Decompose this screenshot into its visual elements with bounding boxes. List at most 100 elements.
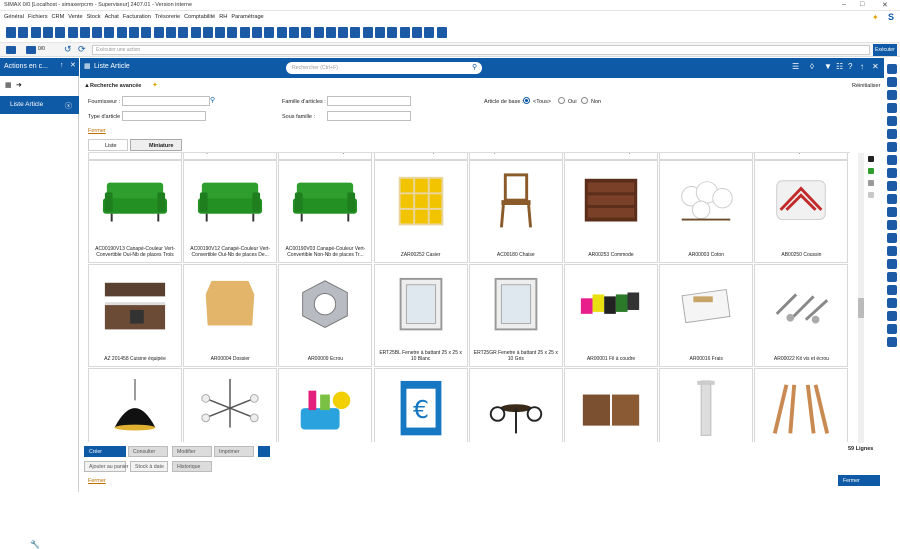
- side-tool-icon-18[interactable]: [887, 285, 897, 295]
- side-tool-icon-15[interactable]: [887, 246, 897, 256]
- thumbnail-cell[interactable]: AZ 201458 Cuisine équipée: [88, 264, 182, 367]
- toolbar-icon-32[interactable]: [387, 27, 398, 38]
- thumbnail-cell[interactable]: AR00003 Coton: [659, 160, 754, 263]
- toolbar-icon-1[interactable]: [6, 27, 16, 38]
- side-tool-icon-8[interactable]: [887, 155, 897, 165]
- side-tool-icon-11[interactable]: [887, 194, 897, 204]
- thumbnail-cell[interactable]: AR00016 Frais: [659, 264, 754, 367]
- toolbar-icon-19[interactable]: [227, 27, 238, 38]
- print-button[interactable]: Imprimer: [214, 446, 254, 457]
- fournisseur-field[interactable]: [122, 96, 210, 106]
- toolbar-icon-21[interactable]: [252, 27, 262, 38]
- side-tool-icon-14[interactable]: [887, 233, 897, 243]
- modify-button[interactable]: Modifier: [172, 446, 212, 457]
- toolbar-icon-35[interactable]: [424, 27, 435, 38]
- toolbar-icon-36[interactable]: [436, 27, 447, 38]
- toolbar-icon-25[interactable]: [301, 27, 312, 38]
- undo-icon[interactable]: ↺: [64, 44, 72, 55]
- side-tool-icon-10[interactable]: [887, 181, 897, 191]
- thumbnail-cell[interactable]: AR00004 Dossier: [183, 264, 278, 367]
- menu-rh[interactable]: RH: [219, 11, 227, 23]
- side-tool-icon-16[interactable]: [887, 259, 897, 269]
- toolbar-icon-7[interactable]: [79, 27, 90, 38]
- pin-main-icon[interactable]: ↑: [860, 62, 864, 71]
- reset-link[interactable]: Réinitialiser: [852, 83, 880, 89]
- close-item-icon[interactable]: ⓧ: [65, 101, 72, 111]
- side-tool-icon-9[interactable]: [887, 168, 897, 178]
- toolbar-icon-6[interactable]: [67, 27, 78, 38]
- toolbar-icon-2[interactable]: [18, 27, 29, 38]
- menu-crm[interactable]: CRM: [52, 11, 65, 23]
- thumbnail-cell[interactable]: [183, 368, 278, 442]
- menu-fichiers[interactable]: Fichiers: [28, 11, 48, 23]
- thumbnail-cell[interactable]: AC00190V12 Canapé-Couleur Vert-Convertib…: [183, 160, 278, 263]
- toolbar-icon-20[interactable]: [239, 27, 250, 38]
- minimize-button[interactable]: –: [842, 1, 846, 8]
- tab-liste[interactable]: Liste: [88, 139, 128, 151]
- history-button[interactable]: Historique: [172, 461, 212, 472]
- thumbnail-cell[interactable]: AC00190V13 Canapé-Couleur Vert-Convertib…: [88, 160, 182, 263]
- toolbar-icon-3[interactable]: [30, 27, 41, 38]
- close-window-button[interactable]: ✕: [882, 1, 888, 9]
- tab-miniature[interactable]: Miniature: [130, 139, 182, 151]
- grid-icon[interactable]: ▦: [5, 81, 12, 89]
- thumbnail-cell[interactable]: AC00190V03 Canapé-Couleur Vert-Convertib…: [278, 160, 373, 263]
- thumbnail-cell-partial[interactable]: ...Canapé-Couleur Vert-Convertible Non-N…: [88, 153, 182, 160]
- close-panel-icon[interactable]: ✕: [70, 61, 76, 69]
- thumbnail-cell[interactable]: [659, 368, 754, 442]
- thumbnail-cell[interactable]: [88, 368, 182, 442]
- menu-achat[interactable]: Achat: [105, 11, 119, 23]
- radio-tous[interactable]: [523, 97, 530, 104]
- thumbnail-cell-partial[interactable]: ...Deux places-Couleur Vert-Non ...: [468, 153, 563, 160]
- refresh-icon[interactable]: ⟳: [78, 44, 86, 55]
- thumbnail-cell-partial[interactable]: ...Couleur Vert-Non-Nb de places Tr...: [278, 153, 373, 160]
- more-button[interactable]: [258, 446, 270, 457]
- toolbar-icon-4[interactable]: [42, 27, 53, 38]
- menu-general[interactable]: Général: [4, 11, 24, 23]
- toolbar-icon-13[interactable]: [153, 27, 164, 38]
- mail-icon[interactable]: [6, 46, 16, 54]
- side-tool-icon-7[interactable]: [887, 142, 897, 152]
- close-button[interactable]: Fermer: [838, 475, 880, 486]
- toolbar-icon-28[interactable]: [338, 27, 349, 38]
- menu-stock[interactable]: Stock: [87, 11, 101, 23]
- toolbar-icon-29[interactable]: [350, 27, 361, 38]
- toolbar-icon-33[interactable]: [399, 27, 410, 38]
- layers-icon[interactable]: ◊: [810, 62, 814, 71]
- add-cart-button[interactable]: Ajouter au panier: [84, 461, 129, 472]
- menu-parametrage[interactable]: Paramétrage: [231, 11, 263, 23]
- toolbar-icon-17[interactable]: [202, 27, 213, 38]
- menu-comptabilite[interactable]: Comptabilité: [184, 11, 215, 23]
- side-tool-icon-22[interactable]: [887, 337, 897, 347]
- menu-tresorerie[interactable]: Trésorerie: [155, 11, 180, 23]
- filter-clear-icon[interactable]: ✦: [152, 81, 158, 89]
- sous-famille-select[interactable]: [327, 111, 411, 121]
- search-icon[interactable]: ⚲: [472, 63, 477, 71]
- fermer-link[interactable]: Fermer: [88, 128, 106, 134]
- toolbar-icon-26[interactable]: [313, 27, 324, 38]
- pin-icon[interactable]: ↑: [60, 62, 64, 69]
- thumbnail-cell[interactable]: €: [373, 368, 468, 442]
- columns-icon[interactable]: ☷: [836, 62, 843, 71]
- toolbar-icon-16[interactable]: [190, 27, 201, 38]
- toolbar-icon-14[interactable]: [165, 27, 176, 38]
- thumbnail-cell[interactable]: [468, 368, 563, 442]
- toolbar-icon-11[interactable]: [129, 27, 139, 38]
- side-tool-icon-13[interactable]: [887, 220, 897, 230]
- side-tool-icon-3[interactable]: [887, 90, 897, 100]
- thumbnail-cell[interactable]: ERT25GR Fenetre à battant 25 x 25 x 10 G…: [468, 264, 563, 367]
- thumbnail-cell[interactable]: AB00250 Coussin: [754, 160, 849, 263]
- thumbnail-cell[interactable]: ZAR00252 Casier: [373, 160, 468, 263]
- side-tool-icon-5[interactable]: [887, 116, 897, 126]
- thumbnail-cell[interactable]: AR00253 Commode: [564, 160, 658, 263]
- side-tool-icon-20[interactable]: [887, 311, 897, 321]
- side-tool-icon-6[interactable]: [887, 129, 897, 139]
- thumbnail-cell-partial[interactable]: ...Deux places-Couleur Vert-Non-Nb de ..…: [659, 153, 754, 160]
- side-tool-icon-21[interactable]: [887, 324, 897, 334]
- radio-non[interactable]: [581, 97, 588, 104]
- fournisseur-search-icon[interactable]: ⚲: [210, 96, 215, 104]
- message-icon[interactable]: [26, 46, 36, 54]
- toolbar-icon-24[interactable]: [288, 27, 299, 38]
- toolbar-icon-5[interactable]: [55, 27, 66, 38]
- menu-facturation[interactable]: Facturation: [123, 11, 151, 23]
